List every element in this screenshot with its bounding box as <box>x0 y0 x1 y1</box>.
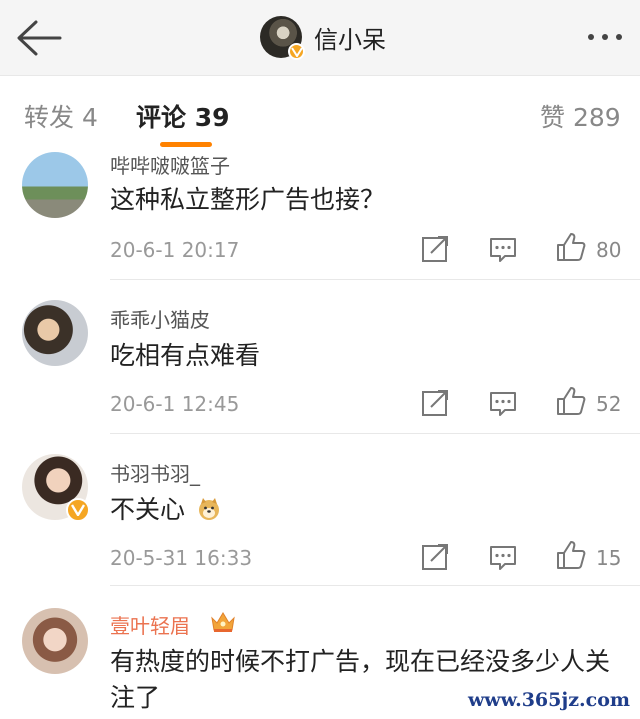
like-count: 15 <box>596 546 622 570</box>
reply-icon[interactable] <box>486 540 520 574</box>
verified-badge-icon <box>66 498 90 522</box>
comment-username[interactable]: 壹叶轻眉 <box>110 610 190 639</box>
avatar[interactable] <box>22 300 88 366</box>
list-item: 书羽书羽_ 不关心 20-5-31 16:33 15 <box>0 434 640 586</box>
list-item: 乖乖小猫皮 吃相有点难看 20-6-1 12:45 52 <box>0 280 640 434</box>
avatar[interactable] <box>22 608 88 674</box>
active-tab-indicator <box>160 142 212 147</box>
comment-time: 20-6-1 12:45 <box>110 392 240 416</box>
comment-time: 20-5-31 16:33 <box>110 546 253 570</box>
tab-likes[interactable]: 赞 289 <box>540 98 621 134</box>
comment-username[interactable]: 书羽书羽_ <box>110 458 200 487</box>
page-title: 信小呆 <box>314 25 386 54</box>
back-button[interactable] <box>14 18 64 58</box>
crown-icon <box>211 612 235 632</box>
reply-icon[interactable] <box>486 386 520 420</box>
share-icon[interactable] <box>418 540 452 574</box>
doge-emoji <box>198 498 219 520</box>
list-item: 哔哔啵啵篮子 这种私立整形广告也接？ 20-6-1 20:17 80 <box>0 148 640 280</box>
like-icon[interactable] <box>554 538 588 572</box>
avatar[interactable] <box>22 454 90 522</box>
like-icon[interactable] <box>554 230 588 264</box>
tab-comments[interactable]: 评论 39 <box>136 98 230 134</box>
avatar[interactable] <box>260 16 305 60</box>
tab-repost[interactable]: 转发 4 <box>24 98 98 134</box>
avatar[interactable] <box>22 152 88 218</box>
share-icon[interactable] <box>418 386 452 420</box>
comment-username[interactable]: 哔哔啵啵篮子 <box>110 150 230 179</box>
top-bar: 信小呆 <box>0 0 640 76</box>
comment-time: 20-6-1 20:17 <box>110 238 240 262</box>
profile-title[interactable]: 信小呆 <box>260 14 386 60</box>
arrow-left-icon <box>17 20 62 56</box>
comment-text: 这种私立整形广告也接？ <box>110 185 386 214</box>
comment-text: 吃相有点难看 <box>110 341 261 370</box>
comment-list[interactable]: 哔哔啵啵篮子 这种私立整形广告也接？ 20-6-1 20:17 80 乖乖小猫皮… <box>0 148 640 719</box>
like-icon[interactable] <box>554 384 588 418</box>
watermark: www.365jz.com <box>467 689 630 711</box>
tab-bar: 转发 4 评论 39 赞 289 <box>0 76 640 148</box>
comment-username[interactable]: 乖乖小猫皮 <box>110 304 210 333</box>
verified-badge-icon <box>288 43 305 60</box>
like-count: 80 <box>596 238 622 262</box>
comment-content: 不关心 <box>110 492 625 528</box>
more-dots-icon[interactable] <box>588 34 622 40</box>
reply-icon[interactable] <box>486 232 520 266</box>
comment-text: 不关心 <box>110 495 186 524</box>
share-icon[interactable] <box>418 232 452 266</box>
like-count: 52 <box>596 392 622 416</box>
